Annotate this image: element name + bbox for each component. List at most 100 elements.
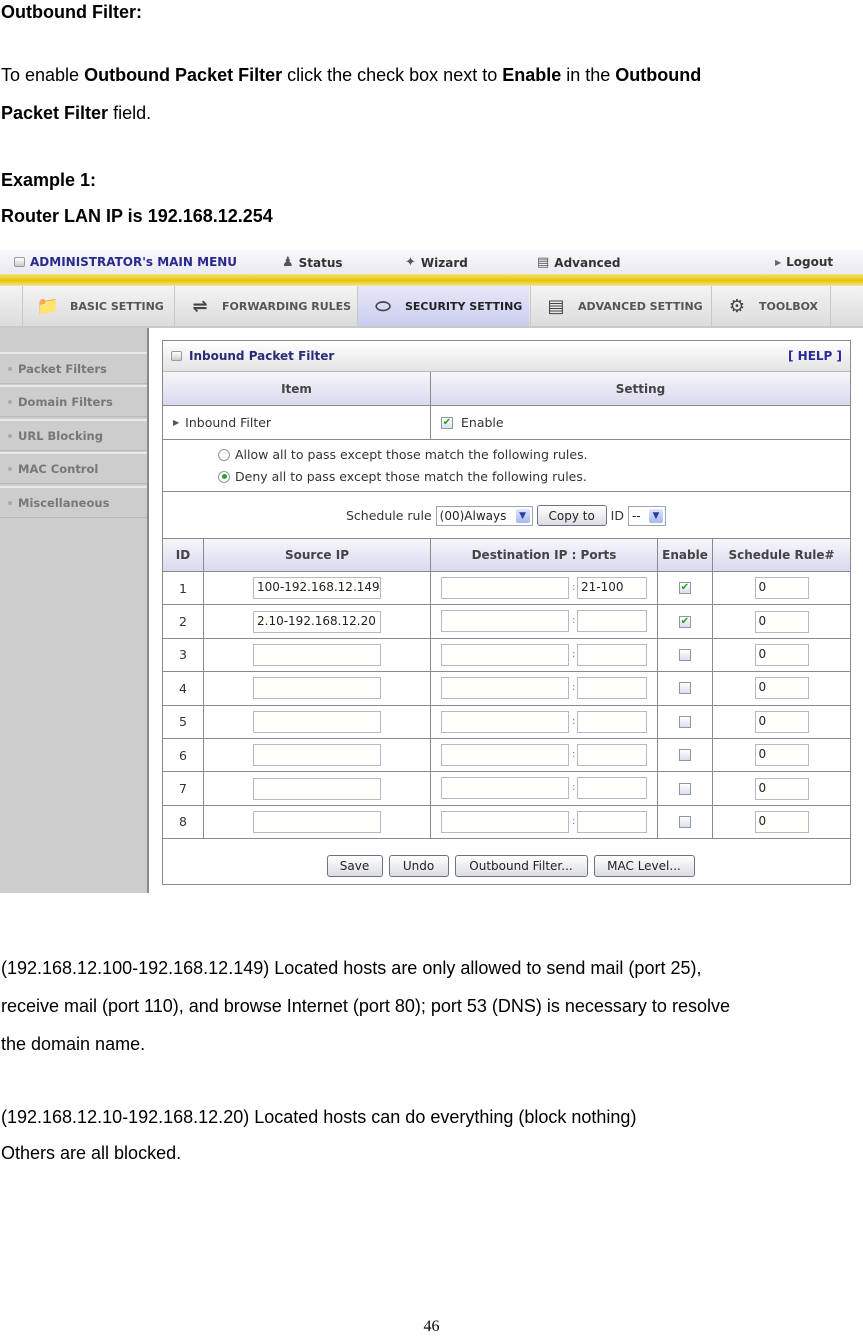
- intro-bold: Outbound: [615, 65, 702, 85]
- status-link[interactable]: ♟ Status: [282, 255, 343, 270]
- chevron-down-icon: ▼: [515, 508, 530, 523]
- schedule-cell: 0: [712, 672, 850, 705]
- forwarding-icon: ⇌: [192, 295, 208, 317]
- allow-option[interactable]: Allow all to pass except those match the…: [218, 447, 588, 462]
- destination-cell: :: [430, 638, 657, 672]
- destination-ip-input[interactable]: [441, 610, 569, 633]
- wizard-link[interactable]: ✦ Wizard: [405, 255, 468, 270]
- advanced-link[interactable]: ▤ Advanced: [537, 255, 620, 270]
- destination-ip-input[interactable]: [441, 643, 569, 666]
- ports-input[interactable]: [577, 643, 647, 666]
- logout-link[interactable]: ▶ Logout: [775, 255, 833, 269]
- schedule-rule-input[interactable]: 0: [754, 777, 809, 800]
- tab-security-setting[interactable]: ⬭ SECURITY SETTING: [357, 286, 529, 326]
- schedule-cell: 0: [712, 805, 850, 839]
- toolbox-icon: ⚙: [728, 295, 746, 317]
- ports-input[interactable]: [577, 777, 647, 800]
- source-ip-input[interactable]: [253, 677, 381, 700]
- col-id: ID: [175, 548, 191, 562]
- source-ip-input[interactable]: [253, 744, 381, 767]
- router-ip-text: Router LAN IP is 192.168.12.254: [1, 206, 273, 226]
- save-button[interactable]: Save: [326, 855, 383, 877]
- source-ip-cell: [203, 672, 430, 705]
- folder-icon: 📁: [36, 295, 60, 317]
- deny-radio[interactable]: [218, 470, 230, 483]
- rule-enable-checkbox[interactable]: [679, 715, 691, 728]
- allow-radio[interactable]: [218, 448, 230, 461]
- destination-ip-input[interactable]: [441, 677, 569, 700]
- schedule-rule-input[interactable]: 0: [754, 710, 809, 733]
- sidebar-item-url-blocking[interactable]: URL Blocking: [0, 419, 147, 451]
- id-select[interactable]: -- ▼: [627, 505, 666, 526]
- outbound-filter-button[interactable]: Outbound Filter...: [454, 855, 588, 877]
- rule-enable-checkbox[interactable]: [679, 682, 691, 695]
- tab-toolbox[interactable]: ⚙ TOOLBOX: [711, 286, 831, 326]
- chevron-down-icon: ▼: [648, 508, 663, 523]
- rule-row: 1 100-192.168.12.149:21-100 ✔ 0: [163, 572, 850, 606]
- enable-checkbox[interactable]: ✔: [441, 416, 453, 429]
- tab-basic-setting[interactable]: 📁 BASIC SETTING: [22, 286, 174, 326]
- copy-to-button[interactable]: Copy to: [536, 505, 607, 526]
- panel-title: Inbound Packet Filter: [171, 349, 788, 363]
- schedule-controls: Schedule rule (00)Always ▼ Copy to ID --…: [346, 505, 666, 526]
- destination-ip-input[interactable]: [441, 744, 569, 766]
- colon-separator: :: [572, 615, 576, 627]
- rule-id: 2: [179, 614, 187, 630]
- colon-separator: :: [572, 782, 576, 794]
- tab-forwarding-rules[interactable]: ⇌ FORWARDING RULES: [174, 286, 356, 326]
- sidebar-item-packet-filters[interactable]: Packet Filters: [0, 352, 147, 384]
- rule-enable-checkbox[interactable]: [679, 782, 691, 795]
- page-number: 46: [423, 1318, 440, 1335]
- ports-input[interactable]: [577, 744, 647, 766]
- main-tabs: 📁 BASIC SETTING ⇌ FORWARDING RULES ⬭ SEC…: [0, 286, 863, 328]
- schedule-label: Schedule rule: [346, 508, 432, 523]
- schedule-rule-input[interactable]: 0: [754, 810, 809, 833]
- source-ip-cell: [203, 705, 430, 738]
- destination-ip-input[interactable]: [441, 577, 569, 599]
- destination-ip-input[interactable]: [441, 710, 569, 733]
- schedule-rule-input[interactable]: 0: [754, 677, 809, 700]
- enable-cell: [657, 638, 712, 672]
- ports-input[interactable]: [577, 810, 647, 833]
- source-ip-input[interactable]: 2.10-192.168.12.20: [253, 610, 381, 633]
- schedule-select[interactable]: (00)Always ▼: [435, 505, 533, 526]
- rule-enable-checkbox[interactable]: ✔: [679, 582, 691, 595]
- source-ip-input[interactable]: 100-192.168.12.149: [253, 577, 381, 600]
- ports-input[interactable]: [577, 677, 647, 700]
- source-ip-input[interactable]: [253, 810, 381, 833]
- destination-ip-input[interactable]: [441, 810, 569, 833]
- schedule-rule-input[interactable]: 0: [754, 643, 809, 666]
- schedule-cell: 0: [712, 739, 850, 772]
- enable-cell: ✔: [657, 605, 712, 638]
- tab-label: TOOLBOX: [759, 299, 819, 313]
- rule-enable-checkbox[interactable]: ✔: [679, 615, 691, 628]
- destination-ip-input[interactable]: [441, 777, 569, 800]
- ports-input[interactable]: [577, 710, 647, 733]
- rule-enable-checkbox[interactable]: [679, 815, 691, 828]
- sidebar-item-miscellaneous[interactable]: Miscellaneous: [0, 486, 147, 518]
- sidebar-item-domain-filters[interactable]: Domain Filters: [0, 385, 147, 417]
- schedule-rule-input[interactable]: 0: [754, 744, 809, 767]
- ports-input[interactable]: 21-100: [577, 577, 647, 599]
- schedule-rule-input[interactable]: 0: [754, 610, 809, 633]
- deny-option[interactable]: Deny all to pass except those match the …: [218, 469, 587, 484]
- col-source-ip: Source IP: [203, 539, 430, 571]
- help-link[interactable]: [ HELP ]: [788, 349, 842, 363]
- main-menu-link[interactable]: ADMINISTRATOR's MAIN MENU: [14, 255, 237, 269]
- rule-enable-checkbox[interactable]: [679, 648, 691, 661]
- bullet-icon: [8, 500, 12, 505]
- source-ip-input[interactable]: [253, 643, 381, 666]
- colon-separator: :: [572, 648, 576, 660]
- schedule-rule-input[interactable]: 0: [754, 577, 809, 600]
- enable-cell: [657, 705, 712, 738]
- rule-enable-checkbox[interactable]: [679, 749, 691, 762]
- undo-button[interactable]: Undo: [388, 855, 449, 877]
- source-ip-input[interactable]: [253, 777, 381, 800]
- inbound-filter-panel: Inbound Packet Filter [ HELP ] Item Sett…: [162, 340, 851, 885]
- intro-bold: Outbound Packet Filter: [84, 65, 283, 85]
- tab-advanced-setting[interactable]: ▤ ADVANCED SETTING: [530, 286, 711, 326]
- sidebar-item-mac-control[interactable]: MAC Control: [0, 452, 147, 484]
- mac-level-button[interactable]: MAC Level...: [593, 855, 695, 877]
- ports-input[interactable]: [577, 610, 647, 633]
- source-ip-input[interactable]: [253, 710, 381, 733]
